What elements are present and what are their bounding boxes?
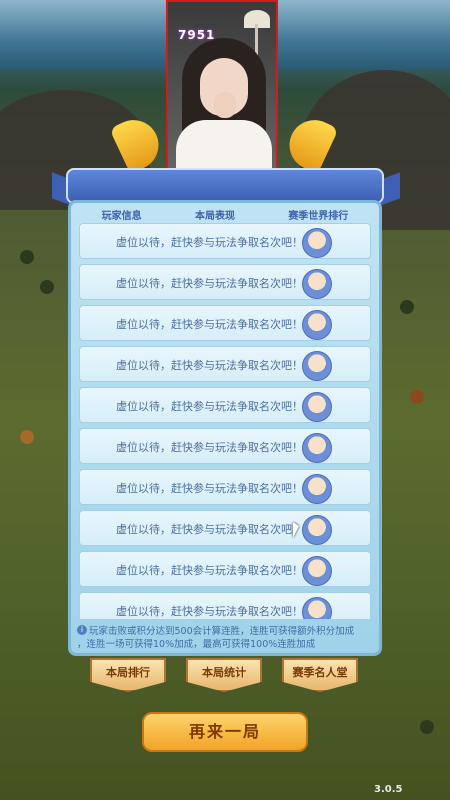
avatar-icon	[302, 351, 332, 381]
ranking-row-text: 虚位以待，赶快参与玩法争取名次吧！	[116, 318, 303, 331]
avatar-icon	[302, 515, 332, 545]
tree	[20, 430, 34, 444]
tab-season-hall-of-fame[interactable]: 赛季名人堂	[282, 658, 358, 692]
ranking-row-text: 虚位以待，赶快参与玩法争取名次吧！	[116, 564, 303, 577]
info-icon: i	[77, 625, 87, 635]
avatar-icon	[302, 310, 332, 340]
tree	[410, 390, 424, 404]
ranking-list[interactable]: 虚位以待，赶快参与玩法争取名次吧！ 虚位以待，赶快参与玩法争取名次吧！ 虚位以待…	[79, 219, 371, 619]
mouse-cursor-icon	[293, 522, 299, 538]
ranking-row-text: 虚位以待，赶快参与玩法争取名次吧！	[116, 236, 303, 249]
tree	[420, 720, 434, 734]
notice-line-1: 玩家击败或积分达到500会计算连胜，连胜可获得额外积分加成	[89, 626, 355, 637]
ranking-row: 虚位以待，赶快参与玩法争取名次吧！	[79, 428, 371, 464]
ranking-row: 虚位以待，赶快参与玩法争取名次吧！	[79, 510, 371, 546]
ranking-row-text: 虚位以待，赶快参与玩法争取名次吧！	[116, 277, 303, 290]
avatar-icon	[302, 474, 332, 504]
ranking-row: 虚位以待，赶快参与玩法争取名次吧！	[79, 264, 371, 300]
ranking-row-text: 虚位以待，赶快参与玩法争取名次吧！	[116, 605, 303, 618]
tab-match-ranking[interactable]: 本局排行	[90, 658, 166, 692]
ranking-row-text: 虚位以待，赶快参与玩法争取名次吧！	[116, 359, 303, 372]
ranking-row: 虚位以待，赶快参与玩法争取名次吧！	[79, 387, 371, 423]
avatar-icon	[302, 433, 332, 463]
ranking-row-text: 虚位以待，赶快参与玩法争取名次吧！	[116, 400, 303, 413]
ranking-row: 虚位以待，赶快参与玩法争取名次吧！	[79, 551, 371, 587]
tab-match-stats[interactable]: 本局统计	[186, 658, 262, 692]
winstreak-notice: i 玩家击败或积分达到500会计算连胜，连胜可获得额外积分加成 ，连胜一场可获得1…	[77, 625, 375, 653]
avatar-icon	[302, 392, 332, 422]
avatar-icon	[302, 597, 332, 619]
play-again-button[interactable]: 再来一局	[142, 712, 308, 752]
tree	[20, 250, 34, 264]
ranking-row-text: 虚位以待，赶快参与玩法争取名次吧！	[116, 441, 303, 454]
ranking-row: 虚位以待，赶快参与玩法争取名次吧！	[79, 592, 371, 619]
ranking-row: 虚位以待，赶快参与玩法争取名次吧！	[79, 223, 371, 259]
stream-counter: 7951	[178, 28, 216, 42]
title-banner	[66, 168, 384, 204]
version-label: 3.0.5	[374, 784, 403, 795]
ranking-row: 虚位以待，赶快参与玩法争取名次吧！	[79, 305, 371, 341]
tree	[400, 300, 414, 314]
avatar-icon	[302, 556, 332, 586]
ranking-row: 虚位以待，赶快参与玩法争取名次吧！	[79, 346, 371, 382]
ranking-panel: 玩家信息 本局表现 赛季世界排行 虚位以待，赶快参与玩法争取名次吧！ 虚位以待，…	[68, 200, 382, 656]
tree	[40, 280, 54, 294]
streamer-hand-shape	[214, 92, 236, 118]
ranking-row-text: 虚位以待，赶快参与玩法争取名次吧！	[116, 482, 303, 495]
ranking-row-text: 虚位以待，赶快参与玩法争取名次吧！	[116, 523, 303, 536]
avatar-icon	[302, 269, 332, 299]
notice-line-2: ，连胜一场可获得10%加成，最高可获得100%连胜加成	[77, 639, 316, 650]
avatar-icon	[302, 228, 332, 258]
ranking-row: 虚位以待，赶快参与玩法争取名次吧！	[79, 469, 371, 505]
